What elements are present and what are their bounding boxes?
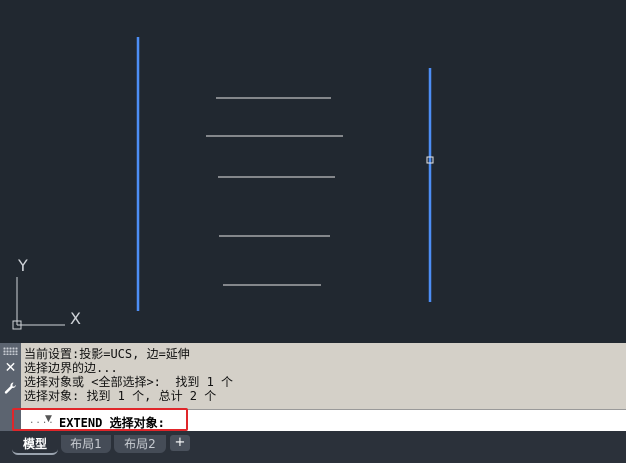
command-history: 当前设置:投影=UCS, 边=延伸 选择边界的边... 选择对象或 <全部选择>… [24, 347, 624, 403]
layout-tab-bar: 模型 布局1 布局2 + [0, 431, 626, 463]
drawing-canvas[interactable]: Y X [0, 0, 626, 343]
ucs-x-label: X [70, 309, 81, 328]
add-layout-button[interactable]: + [170, 435, 190, 451]
history-line: 选择对象: 找到 1 个, 总计 2 个 [24, 389, 217, 403]
history-line: 当前设置:投影=UCS, 边=延伸 [24, 347, 190, 361]
close-icon[interactable]: ✕ [3, 361, 18, 376]
ucs-y-label: Y [18, 256, 28, 275]
history-line: 选择边界的边... [24, 361, 118, 375]
tab-layout2[interactable]: 布局2 [114, 435, 166, 453]
drawing-area[interactable] [0, 0, 626, 343]
ucs-icon [12, 277, 65, 330]
history-line: 选择对象或 <全部选择>: 找到 1 个 [24, 375, 234, 389]
highlight-annotation [12, 408, 188, 431]
wrench-icon[interactable] [3, 381, 18, 396]
grip-icon[interactable] [3, 347, 18, 355]
tab-layout1[interactable]: 布局1 [61, 435, 111, 453]
tab-model[interactable]: 模型 [12, 435, 58, 455]
